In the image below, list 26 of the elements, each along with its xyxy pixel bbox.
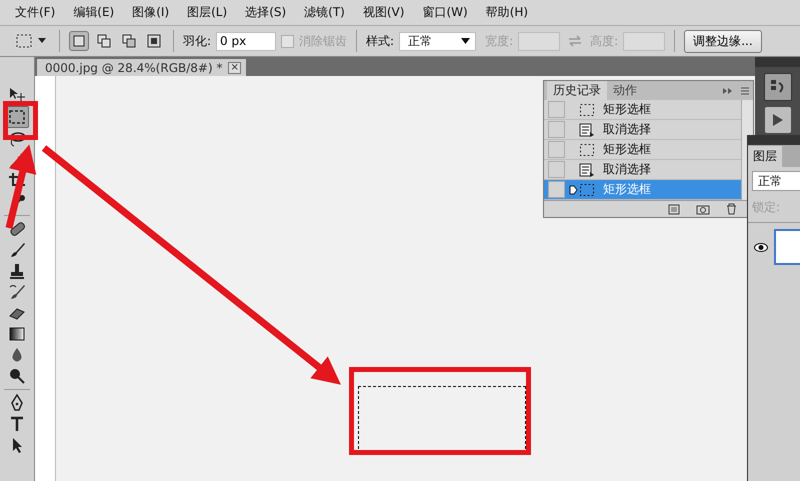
menu-item[interactable]: 文件(F) bbox=[6, 4, 64, 21]
style-label: 样式: bbox=[366, 32, 394, 50]
width-label: 宽度: bbox=[485, 32, 514, 50]
blend-mode-dropdown[interactable]: 正常 bbox=[752, 171, 800, 191]
menu-item[interactable]: 图像(I) bbox=[123, 4, 178, 21]
menu-item[interactable]: 滤镜(T) bbox=[295, 4, 354, 21]
panel-tab[interactable]: 图层 bbox=[748, 146, 782, 167]
history-item[interactable]: 取消选择 bbox=[544, 120, 741, 140]
menu-item[interactable]: 视图(V) bbox=[354, 4, 414, 21]
antialias-label: 消除锯齿 bbox=[299, 32, 348, 50]
document-tab[interactable]: 0000.jpg @ 28.4%(RGB/8#) * × bbox=[37, 59, 246, 76]
feather-field[interactable]: 0 px bbox=[216, 32, 276, 50]
history-item[interactable]: 矩形选框 bbox=[544, 100, 741, 120]
feather-label: 羽化: bbox=[183, 32, 212, 50]
menu-item[interactable]: 编辑(E) bbox=[64, 4, 124, 21]
history-item[interactable]: 矩形选框 bbox=[544, 140, 741, 160]
close-button[interactable]: × bbox=[228, 62, 241, 74]
panel-tab[interactable]: 历史记录 bbox=[547, 81, 607, 100]
refine-edge-button[interactable]: 调整边缘... bbox=[684, 30, 762, 52]
style-dropdown[interactable]: 正常 bbox=[399, 32, 476, 50]
height-label: 高度: bbox=[590, 32, 618, 50]
menu-item[interactable]: 帮助(H) bbox=[476, 4, 538, 21]
menu-item[interactable]: 窗口(W) bbox=[413, 4, 477, 21]
panel-tab[interactable]: 动作 bbox=[607, 81, 643, 100]
menu-item[interactable]: 选择(S) bbox=[236, 4, 296, 21]
menu-item[interactable]: 图层(L) bbox=[178, 4, 236, 21]
